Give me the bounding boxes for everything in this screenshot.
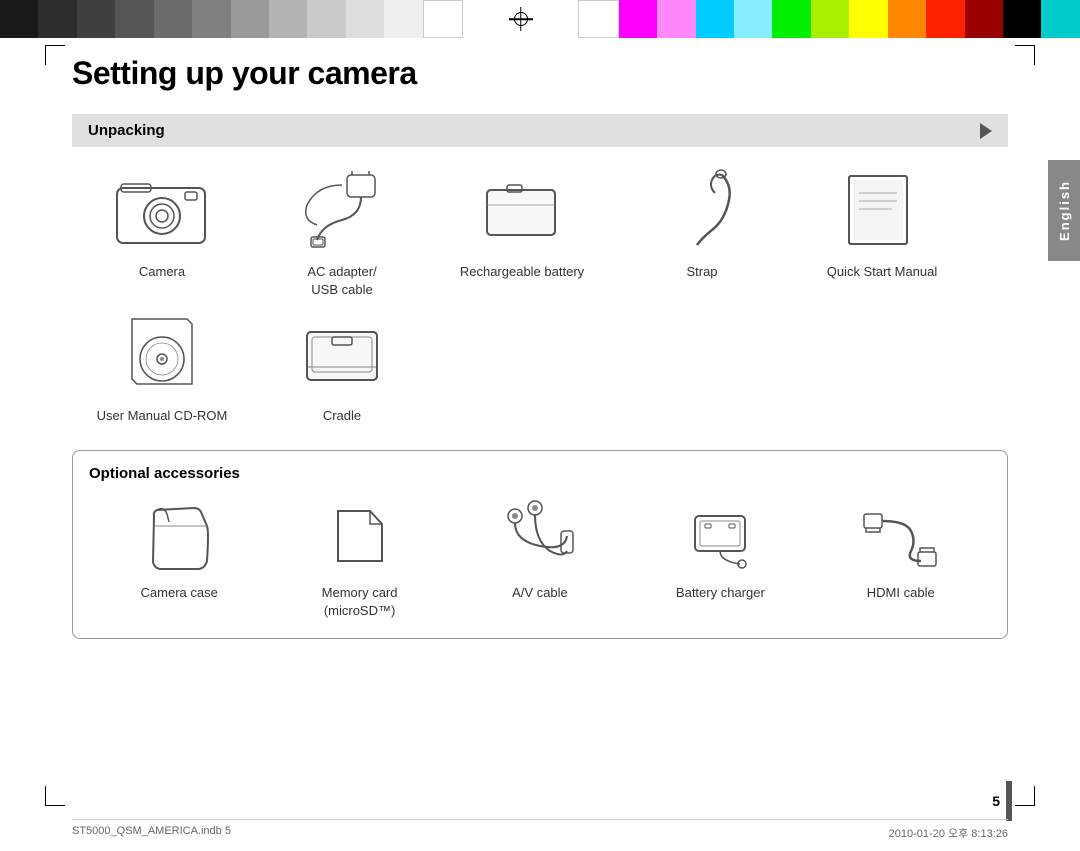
page-title: Setting up your camera	[72, 55, 1008, 92]
unpacking-section: Unpacking Camera	[72, 114, 1008, 426]
battery-charger-label: Battery charger	[676, 584, 765, 602]
item-camera: Camera	[72, 165, 252, 299]
item-ac-adapter: AC adapter/USB cable	[252, 165, 432, 299]
camera-label: Camera	[139, 263, 185, 281]
unpacking-header: Unpacking	[72, 114, 1008, 147]
language-tab: English	[1048, 160, 1080, 261]
item-strap: Strap	[612, 165, 792, 299]
footer-left: ST5000_QSM_AMERICA.indb 5	[72, 825, 231, 841]
unpacking-title: Unpacking	[88, 122, 165, 139]
camera-case-label: Camera case	[141, 584, 218, 602]
cd-image	[102, 309, 222, 399]
corner-mark-tl	[45, 45, 65, 65]
item-battery: Rechargeable battery	[432, 165, 612, 299]
top-color-bar	[0, 0, 1080, 38]
page-number: 5	[992, 793, 1000, 809]
item-memory-card: Memory card(microSD™)	[290, 496, 430, 620]
cradle-label: Cradle	[323, 407, 361, 425]
item-av-cable: A/V cable	[470, 496, 610, 602]
optional-title: Optional accessories	[89, 465, 991, 482]
optional-items-grid: Camera case Memory card(microSD™)	[89, 496, 991, 620]
battery-charger-image	[670, 496, 770, 576]
item-quick-manual: Quick Start Manual	[792, 165, 972, 299]
strap-label: Strap	[686, 263, 717, 281]
cradle-image	[282, 309, 402, 399]
footer-right: 2010-01-20 오후 8:13:26	[889, 825, 1008, 841]
unpacking-items-grid: Camera	[72, 165, 1008, 426]
corner-mark-tr	[1015, 45, 1035, 65]
camera-image	[102, 165, 222, 255]
item-battery-charger: Battery charger	[650, 496, 790, 602]
quick-manual-label: Quick Start Manual	[827, 263, 938, 281]
corner-mark-bl	[45, 786, 65, 806]
item-camera-case: Camera case	[109, 496, 249, 602]
section-arrow	[980, 123, 992, 139]
ac-adapter-image	[282, 165, 402, 255]
language-label: English	[1057, 180, 1072, 241]
camera-case-image	[129, 496, 229, 576]
hdmi-cable-image	[851, 496, 951, 576]
memory-card-label: Memory card(microSD™)	[322, 584, 398, 620]
cd-label: User Manual CD-ROM	[97, 407, 228, 425]
quick-manual-image	[822, 165, 942, 255]
memory-card-image	[310, 496, 410, 576]
battery-image	[462, 165, 582, 255]
av-cable-image	[490, 496, 590, 576]
ac-adapter-label: AC adapter/USB cable	[307, 263, 376, 299]
strap-image	[642, 165, 762, 255]
item-cradle: Cradle	[252, 309, 432, 425]
page-number-bar	[1006, 781, 1012, 821]
optional-accessories-section: Optional accessories Camera case	[72, 450, 1008, 639]
item-hdmi-cable: HDMI cable	[831, 496, 971, 602]
item-cd-rom: User Manual CD-ROM	[72, 309, 252, 425]
av-cable-label: A/V cable	[512, 584, 568, 602]
corner-mark-br	[1015, 786, 1035, 806]
main-content: Setting up your camera Unpacking	[72, 55, 1008, 796]
hdmi-cable-label: HDMI cable	[867, 584, 935, 602]
footer: ST5000_QSM_AMERICA.indb 5 2010-01-20 오후 …	[72, 819, 1008, 841]
battery-label: Rechargeable battery	[460, 263, 584, 281]
